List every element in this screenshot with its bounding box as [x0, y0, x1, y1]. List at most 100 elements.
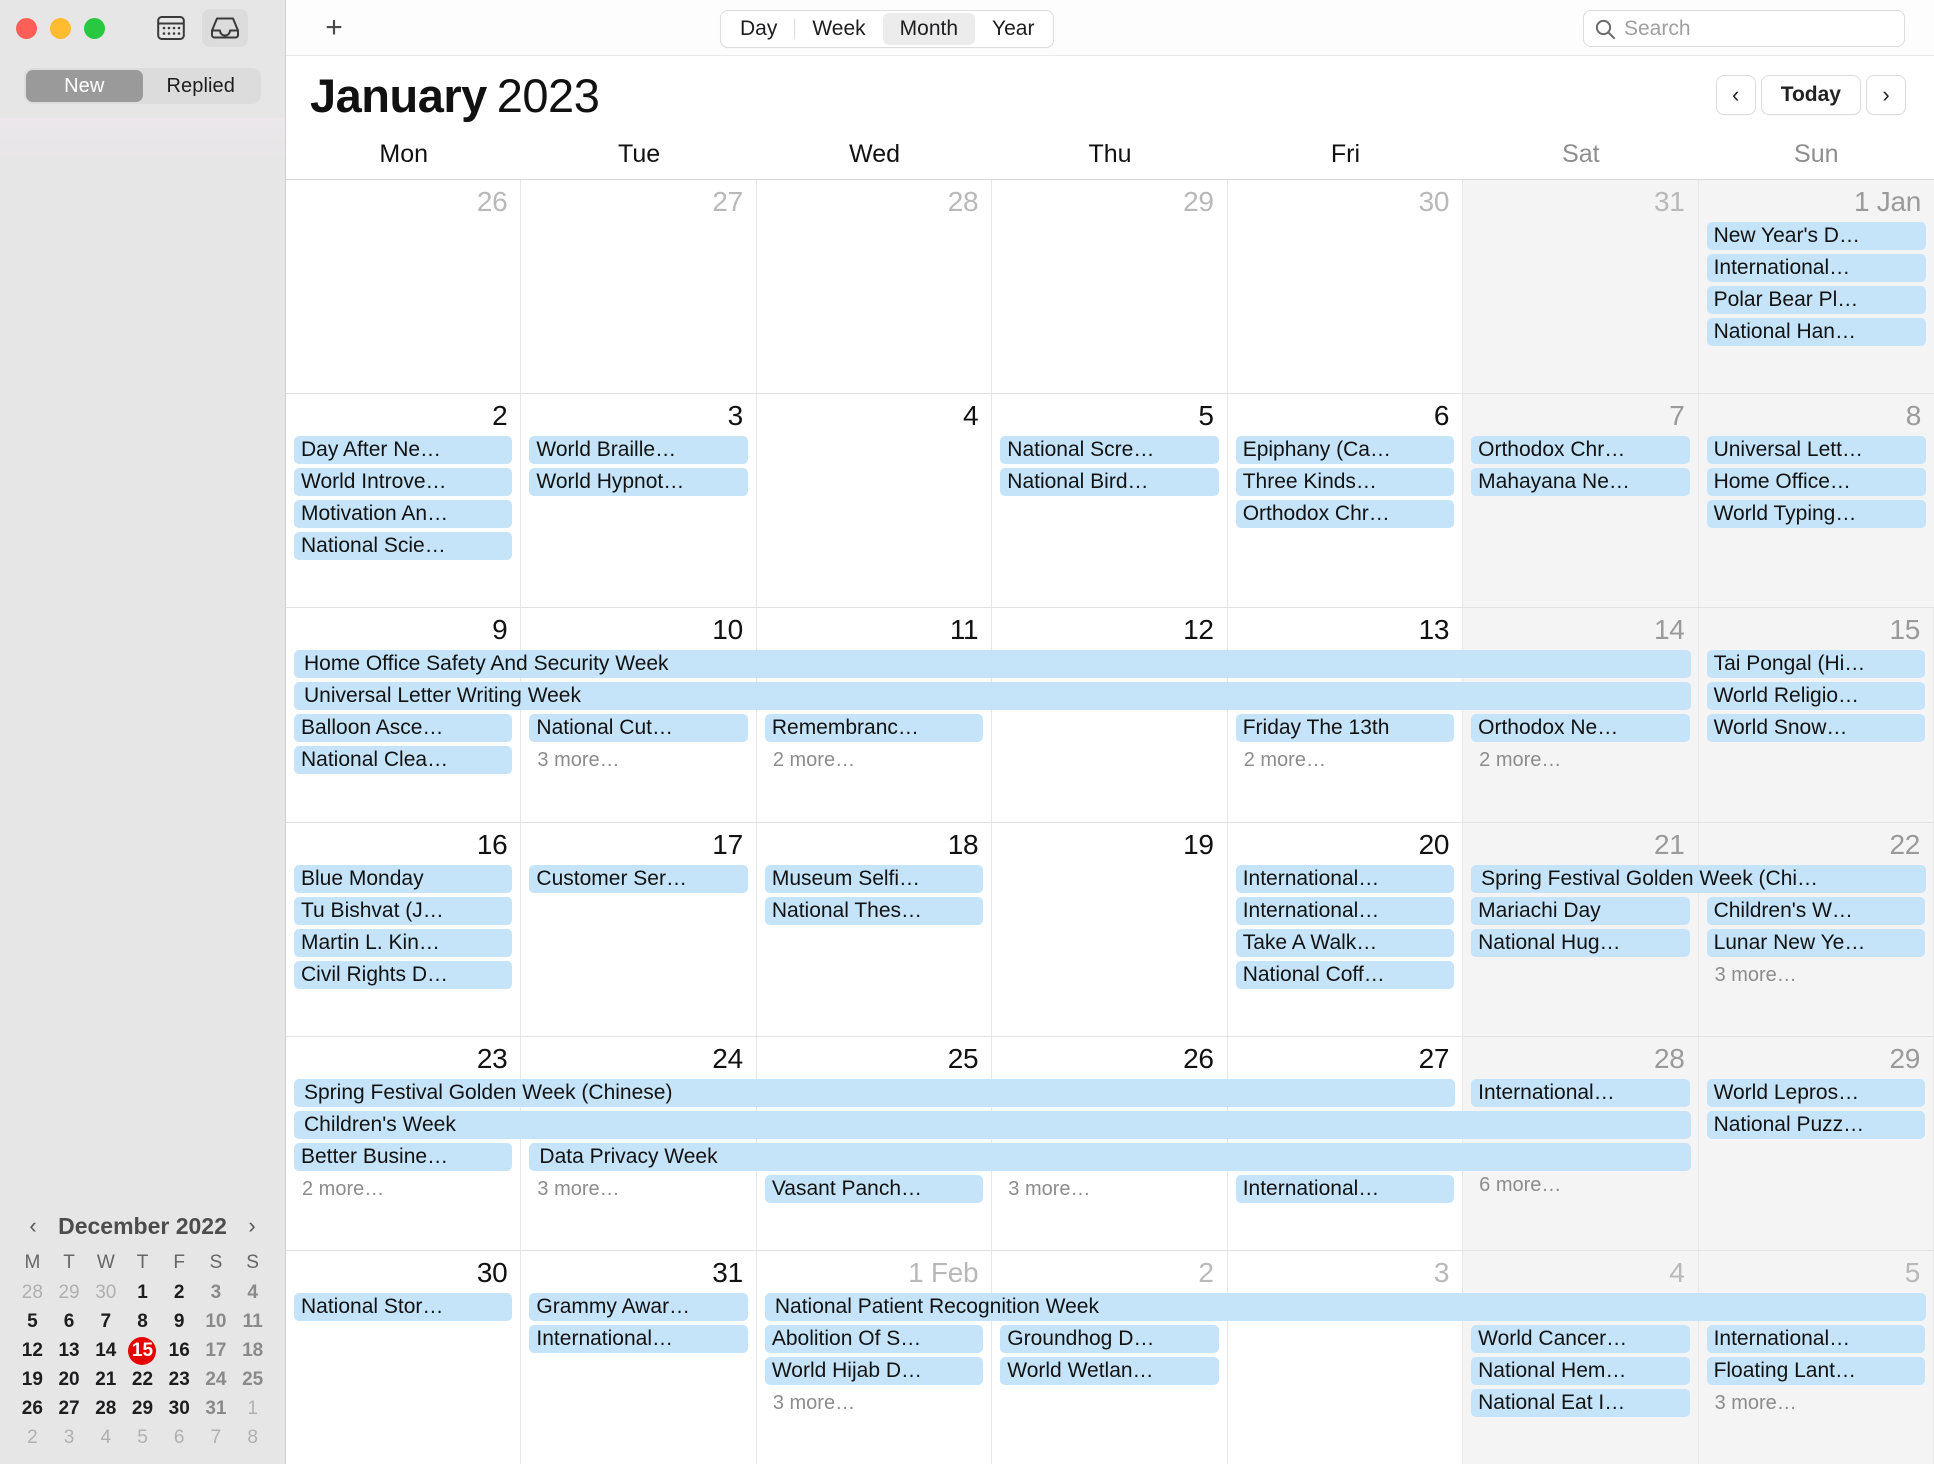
mini-day[interactable]: 8: [234, 1424, 271, 1452]
calendar-event[interactable]: World Hijab D…: [764, 1356, 984, 1385]
calendar-event[interactable]: Take A Walk…: [1235, 928, 1455, 957]
mini-day[interactable]: 4: [87, 1424, 124, 1452]
today-button[interactable]: Today: [1760, 75, 1861, 115]
more-events-link[interactable]: 3 more…: [765, 1389, 983, 1417]
calendar-event[interactable]: Universal Lett…: [1706, 436, 1926, 465]
segment-replied[interactable]: Replied: [143, 70, 260, 102]
calendar-day-cell[interactable]: 31 Grammy Awar… International…: [521, 1250, 757, 1464]
calendar-event[interactable]: International…: [1706, 1324, 1925, 1353]
calendar-day-cell[interactable]: 2 Day After Ne… World Introve… Motivation A…: [286, 394, 522, 608]
segment-new[interactable]: New: [26, 70, 143, 102]
mini-day[interactable]: 22: [124, 1366, 161, 1394]
calendar-event[interactable]: World Introve…: [294, 468, 513, 497]
calendar-event[interactable]: National Scre…: [1000, 436, 1219, 465]
multi-day-event[interactable]: Spring Festival Golden Week (Chinese): [294, 1078, 1456, 1107]
more-events-link[interactable]: 6 more…: [1471, 1171, 1689, 1199]
calendar-event[interactable]: National Bird…: [1000, 468, 1219, 497]
mini-day[interactable]: 7: [198, 1424, 235, 1452]
calendar-event[interactable]: Epiphany (Ca…: [1235, 436, 1455, 465]
calendar-day-cell[interactable]: 3: [1228, 1250, 1464, 1464]
calendar-event[interactable]: World Hypnot…: [529, 468, 748, 497]
calendar-day-cell[interactable]: 18 Museum Selfi… National Thes…: [757, 822, 993, 1036]
calendar-day-cell[interactable]: 10 National Cut… 3 more…: [521, 608, 757, 822]
calendar-event[interactable]: World Cancer…: [1471, 1324, 1690, 1353]
mini-day[interactable]: 28: [87, 1395, 124, 1423]
mini-day[interactable]: 21: [87, 1366, 124, 1394]
multi-day-event[interactable]: Children's Week: [294, 1110, 1691, 1139]
calendar-event[interactable]: National Hug…: [1471, 928, 1690, 957]
tab-month[interactable]: Month: [882, 13, 976, 45]
calendar-day-cell[interactable]: 27: [521, 180, 757, 394]
calendar-day-cell[interactable]: 20 International… International… Take A Wal…: [1228, 822, 1464, 1036]
mini-day[interactable]: 29: [124, 1395, 161, 1423]
calendar-day-cell[interactable]: 30: [1228, 180, 1464, 394]
calendar-event[interactable]: International…: [1235, 1174, 1455, 1203]
mini-day[interactable]: 1: [124, 1279, 161, 1307]
mini-day[interactable]: 8: [124, 1308, 161, 1336]
calendar-event[interactable]: Orthodox Chr…: [1235, 500, 1455, 529]
mini-day[interactable]: 24: [198, 1366, 235, 1394]
mini-day-today[interactable]: 15: [124, 1337, 161, 1365]
mini-day[interactable]: 31: [198, 1395, 235, 1423]
calendar-event[interactable]: Three Kinds…: [1235, 468, 1455, 497]
calendar-event[interactable]: World Braille…: [529, 436, 748, 465]
calendar-day-cell[interactable]: 6 Epiphany (Ca… Three Kinds… Orthodox Chr…: [1228, 394, 1464, 608]
mini-day[interactable]: 16: [161, 1337, 198, 1365]
calendar-day-cell[interactable]: 4: [757, 394, 993, 608]
more-events-link[interactable]: 3 more…: [1707, 1389, 1925, 1417]
calendar-event[interactable]: National Eat I…: [1471, 1388, 1690, 1417]
calendar-day-cell[interactable]: 8 Universal Lett… Home Office… World Typing…: [1698, 394, 1934, 608]
calendar-day-cell[interactable]: 12: [992, 608, 1228, 822]
close-button[interactable]: [16, 17, 37, 39]
calendar-day-cell[interactable]: 2 Groundhog D… World Wetlan…: [992, 1250, 1228, 1464]
mini-day[interactable]: 4: [234, 1279, 271, 1307]
mini-day[interactable]: 29: [51, 1279, 88, 1307]
calendar-day-cell[interactable]: 26: [286, 180, 522, 394]
calendar-event[interactable]: World Typing…: [1706, 500, 1926, 529]
multi-day-event[interactable]: Data Privacy Week: [529, 1142, 1691, 1171]
calendar-day-cell[interactable]: 31: [1463, 180, 1699, 394]
calendar-event[interactable]: International…: [529, 1324, 748, 1353]
calendar-event[interactable]: International…: [1235, 864, 1455, 893]
calendar-event[interactable]: Friday The 13th: [1235, 714, 1455, 743]
calendar-day-cell[interactable]: 1 Jan New Year's D… International… Polar Be…: [1698, 180, 1934, 394]
mini-day[interactable]: 9: [161, 1308, 198, 1336]
more-events-link[interactable]: 3 more…: [529, 1175, 747, 1203]
calendar-day-cell[interactable]: 11 Remembranc… 2 more…: [757, 608, 993, 822]
calendar-day-cell[interactable]: 21 Mariachi Day National Hug…: [1463, 822, 1699, 1036]
calendar-event[interactable]: Better Busine…: [294, 1142, 513, 1171]
calendar-event[interactable]: National Coff…: [1235, 960, 1455, 989]
minimize-button[interactable]: [50, 17, 71, 39]
mail-filter-segmented-control[interactable]: New Replied: [24, 68, 261, 104]
calendar-event[interactable]: National Puzz…: [1706, 1110, 1925, 1139]
calendar-event[interactable]: National Scie…: [294, 532, 513, 561]
search-field[interactable]: Search: [1583, 10, 1905, 47]
calendar-event[interactable]: New Year's D…: [1706, 222, 1926, 250]
calendar-event[interactable]: Vasant Panch…: [764, 1174, 984, 1203]
calendar-event[interactable]: World Religio…: [1706, 682, 1925, 711]
mini-day[interactable]: 23: [161, 1366, 198, 1394]
calendar-event[interactable]: Abolition Of S…: [764, 1324, 984, 1353]
previous-month-button[interactable]: ‹: [1715, 75, 1756, 115]
more-events-link[interactable]: 2 more…: [765, 746, 983, 774]
calendar-day-cell[interactable]: 4 World Cancer… National Hem… National Eat …: [1463, 1250, 1699, 1464]
calendar-event[interactable]: Civil Rights D…: [294, 960, 513, 989]
calendar-event[interactable]: Home Office…: [1706, 468, 1926, 497]
mini-day[interactable]: 18: [234, 1337, 271, 1365]
mini-day[interactable]: 17: [198, 1337, 235, 1365]
calendar-day-cell[interactable]: 23 Better Busine… 2 more…: [286, 1036, 522, 1250]
more-events-link[interactable]: 2 more…: [294, 1175, 512, 1203]
inbox-icon-button[interactable]: [202, 9, 248, 47]
mini-day[interactable]: 3: [51, 1424, 88, 1452]
calendar-day-cell[interactable]: 30 National Stor…: [286, 1250, 522, 1464]
mini-day[interactable]: 11: [234, 1308, 271, 1336]
multi-day-event[interactable]: National Patient Recognition Week: [764, 1292, 1926, 1321]
calendar-day-cell[interactable]: 13 Friday The 13th 2 more…: [1228, 608, 1464, 822]
mini-day[interactable]: 28: [14, 1279, 51, 1307]
tab-day[interactable]: Day: [723, 13, 794, 45]
calendar-event[interactable]: National Thes…: [764, 896, 984, 925]
calendar-day-cell[interactable]: 3 World Braille… World Hypnot…: [521, 394, 757, 608]
mini-day[interactable]: 2: [14, 1424, 51, 1452]
calendar-event[interactable]: Museum Selfi…: [764, 864, 984, 893]
calendar-day-cell[interactable]: 5 International… Floating Lant… 3 more…: [1698, 1250, 1934, 1464]
